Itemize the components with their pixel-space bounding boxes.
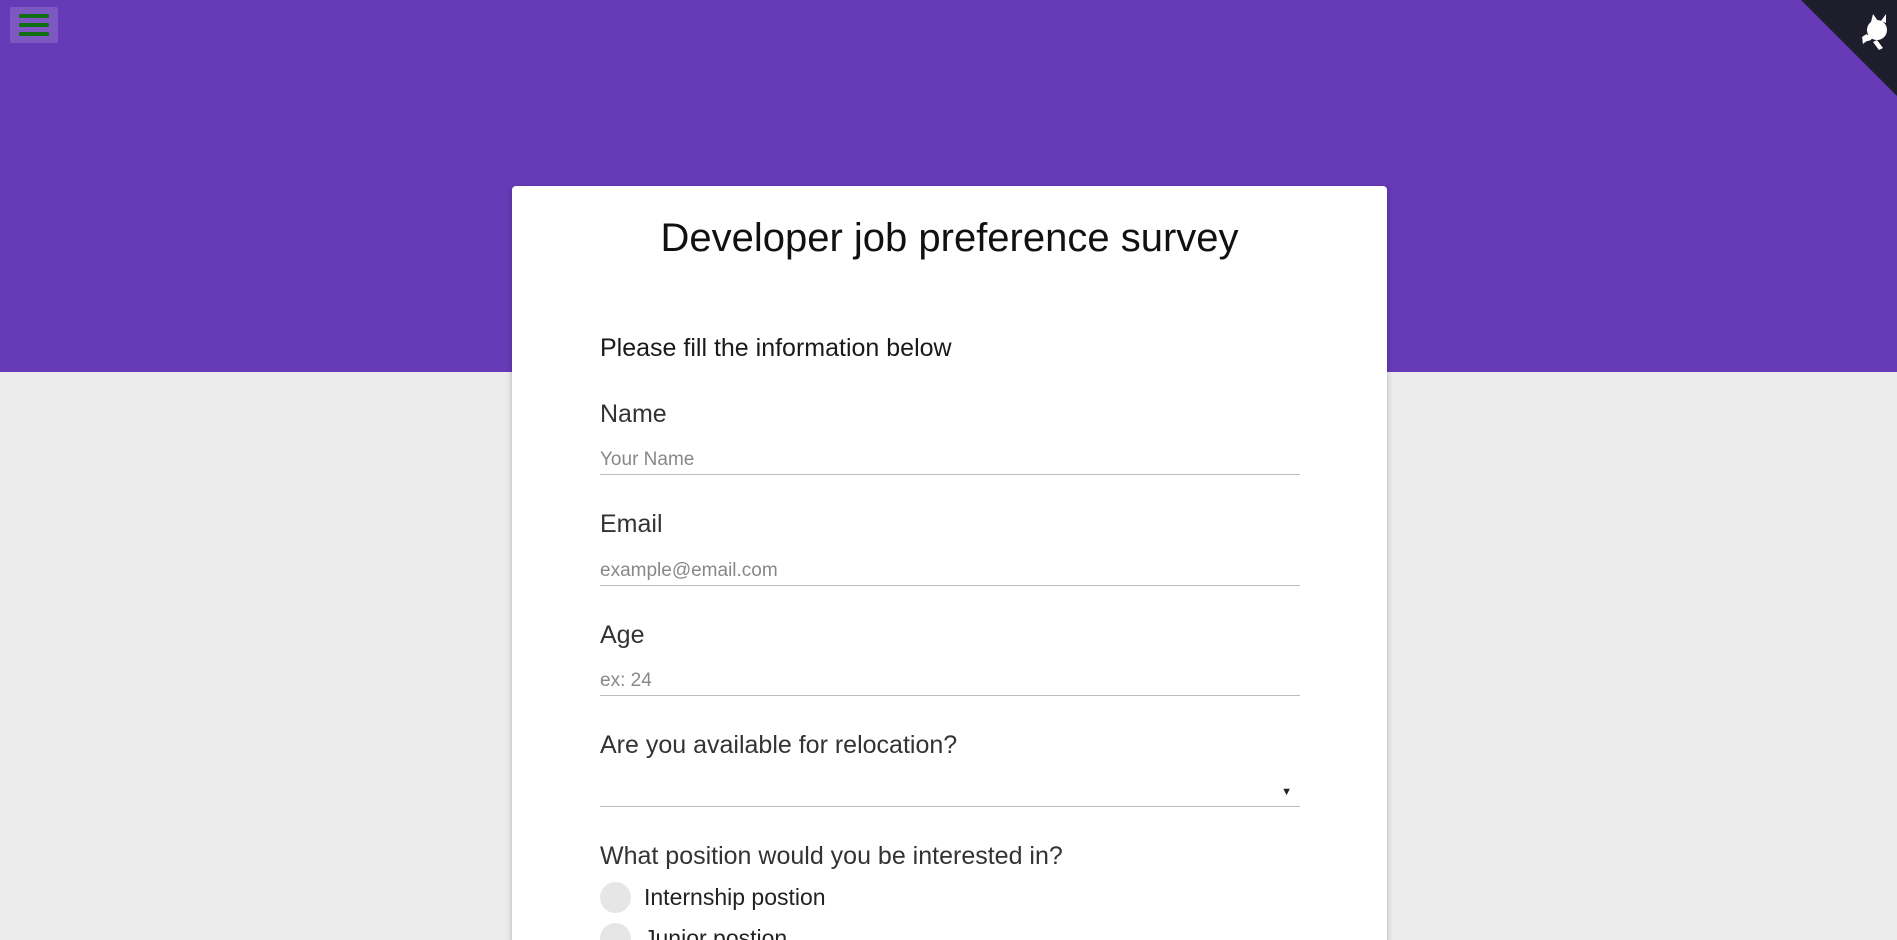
github-corner-link[interactable]: [1801, 0, 1897, 96]
position-label: What position would you be interested in…: [600, 842, 1063, 870]
page: Developer job preference survey Please f…: [0, 0, 1897, 940]
menu-button[interactable]: [10, 7, 58, 43]
radio-option-internship[interactable]: Internship postion: [600, 881, 826, 913]
hamburger-menu-icon-bar: [19, 32, 49, 36]
email-input[interactable]: [600, 557, 1300, 586]
hamburger-menu-icon-bar: [19, 23, 49, 27]
github-octocat-corner-icon: [1801, 0, 1897, 96]
relocation-select[interactable]: ▼: [600, 780, 1300, 807]
name-input[interactable]: [600, 446, 1300, 475]
email-label: Email: [600, 510, 663, 538]
hamburger-menu-icon-bar: [19, 14, 49, 18]
radio-option-label: Internship postion: [644, 883, 826, 910]
radio-option-junior[interactable]: Junior postion: [600, 922, 787, 940]
radio-button-icon[interactable]: [600, 881, 631, 913]
radio-option-label: Junior postion: [644, 924, 788, 940]
relocation-label: Are you available for relocation?: [600, 731, 958, 759]
radio-button-icon[interactable]: [600, 922, 631, 940]
intro-text: Please fill the information below: [600, 334, 952, 362]
name-label: Name: [600, 400, 667, 428]
age-input[interactable]: [600, 667, 1300, 696]
age-label: Age: [600, 621, 645, 649]
page-title: Developer job preference survey: [660, 216, 1239, 260]
dropdown-arrow-icon: ▼: [1281, 786, 1292, 798]
